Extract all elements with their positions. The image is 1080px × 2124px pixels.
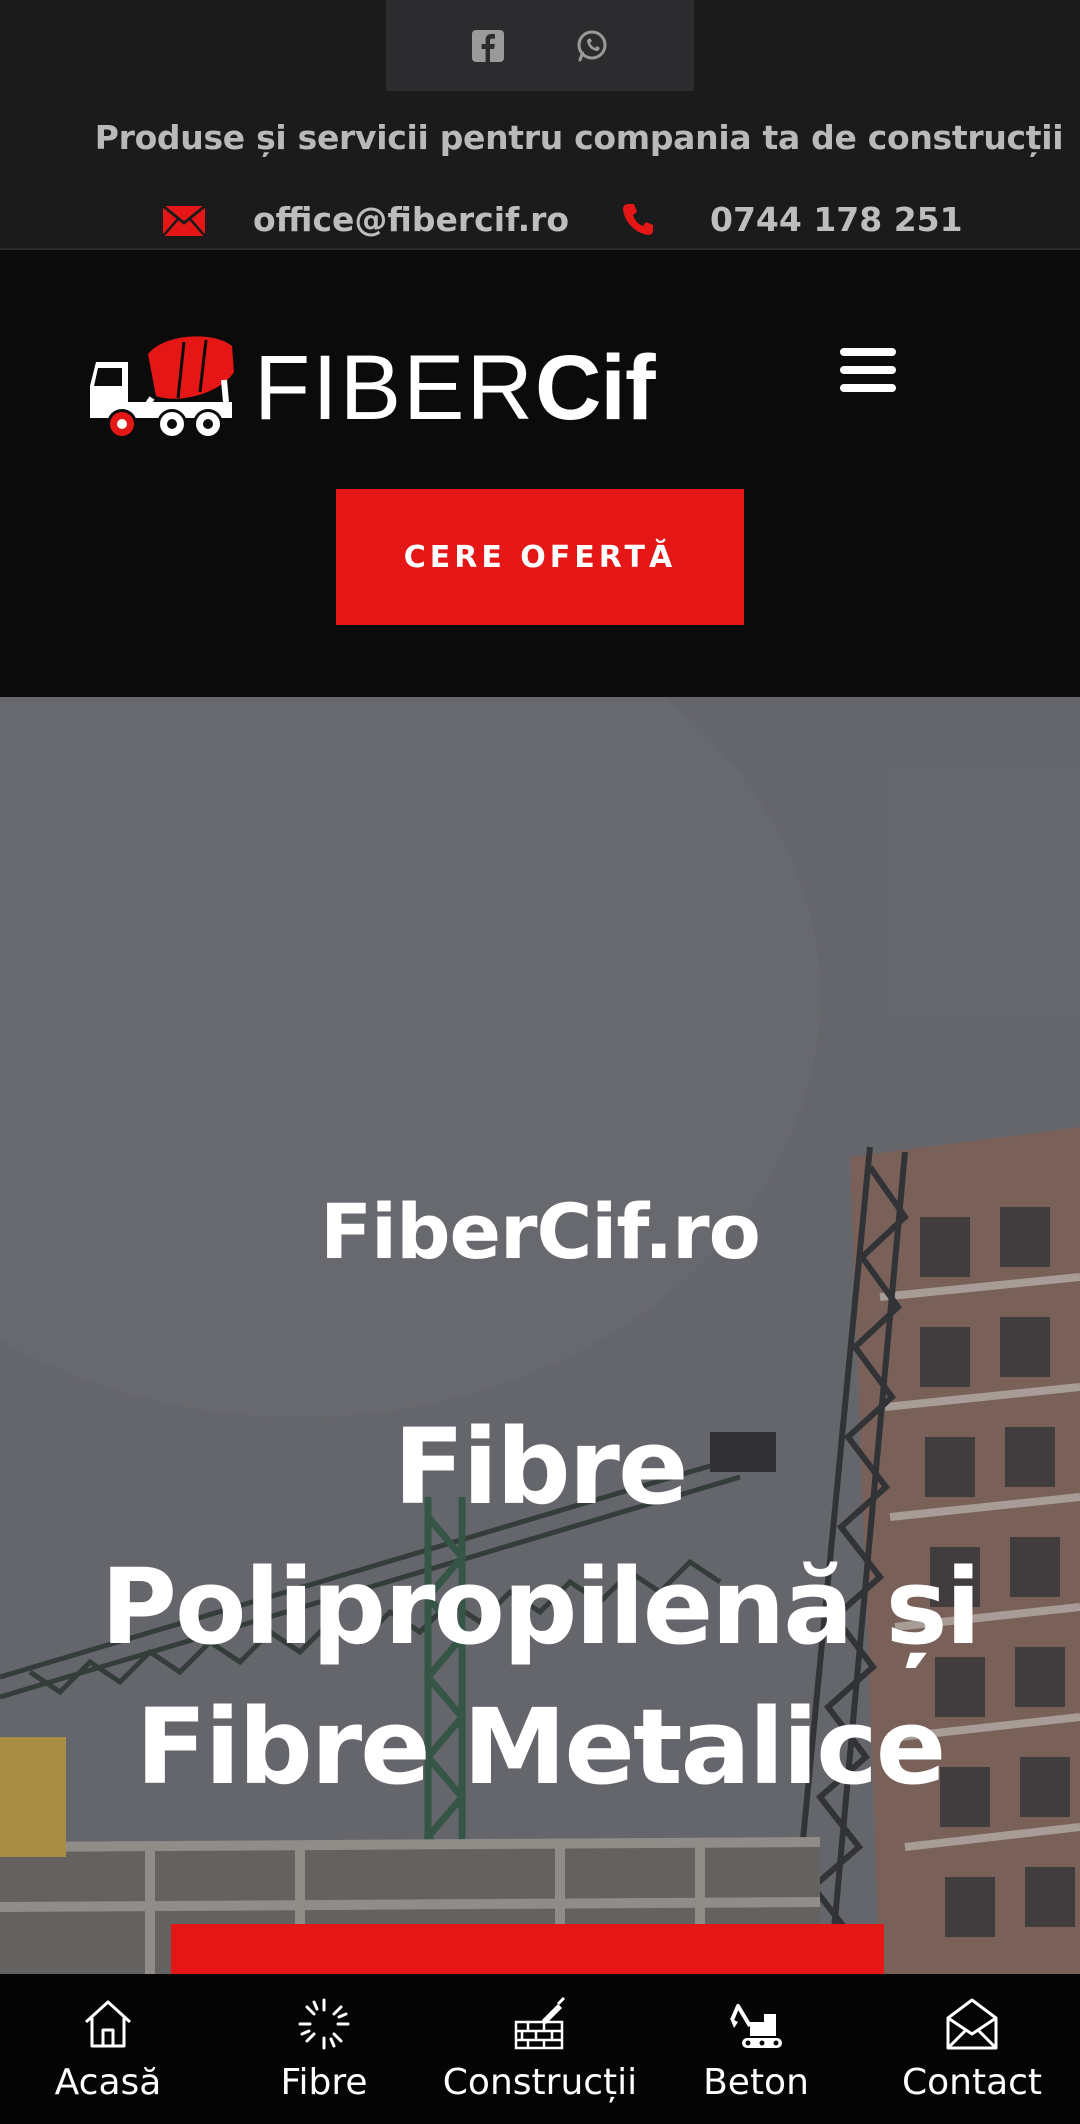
nav-item-concrete[interactable]: Beton <box>648 1974 864 2124</box>
fibers-icon <box>298 1998 350 2050</box>
hero-subtitle: FiberCif.ro <box>320 1187 761 1276</box>
menu-button[interactable] <box>840 348 896 392</box>
whatsapp-link[interactable] <box>574 28 610 64</box>
facebook-icon <box>472 29 504 62</box>
logo-text: FIBERCif <box>254 337 656 439</box>
phone-link[interactable]: 0744 178 251 <box>710 200 963 239</box>
nav-item-fibers[interactable]: Fibre <box>216 1974 432 2124</box>
nav-item-contact[interactable]: Contact <box>864 1974 1080 2124</box>
top-bar: Produse și servicii pentru compania ta d… <box>0 0 1080 250</box>
hero-section: FiberCif.ro Fibre Polipropilenă și Fibre… <box>0 697 1080 1974</box>
nav-item-construction[interactable]: Construcții <box>432 1974 648 2124</box>
excavator-icon <box>730 2004 782 2048</box>
social-links <box>386 0 694 91</box>
nav-item-home[interactable]: Acasă <box>0 1974 216 2124</box>
facebook-link[interactable] <box>470 28 506 64</box>
hamburger-icon <box>840 348 896 356</box>
logo[interactable]: FIBERCif <box>86 332 656 444</box>
email-link[interactable]: office@fibercif.ro <box>253 200 569 239</box>
mail-icon <box>163 206 205 236</box>
bricks-icon <box>514 1996 566 2050</box>
tagline: Produse și servicii pentru compania ta d… <box>94 118 1064 157</box>
envelope-icon <box>946 1998 998 2050</box>
bottom-nav: Acasă Fibre Construcții Beton Contact <box>0 1974 1080 2124</box>
hero-title: Fibre Polipropilenă și Fibre Metalice <box>100 1406 981 1808</box>
cement-truck-icon <box>90 336 234 439</box>
contact-line: office@fibercif.ro 0744 178 251 <box>0 198 1080 244</box>
site-header: FIBERCif CERE OFERTĂ <box>0 252 1080 697</box>
home-icon <box>84 2000 132 2048</box>
hero-button[interactable] <box>171 1924 884 1974</box>
phone-icon <box>623 204 653 235</box>
request-offer-button[interactable]: CERE OFERTĂ <box>336 489 744 625</box>
whatsapp-icon <box>577 30 607 61</box>
